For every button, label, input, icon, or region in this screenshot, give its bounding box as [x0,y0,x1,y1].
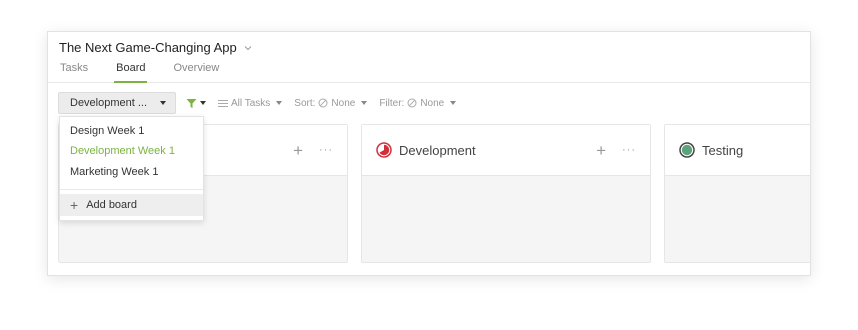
column-actions: + ··· [293,142,333,159]
board-toolbar: Development ... All Tasks Sort: None Fil… [58,92,457,114]
project-title[interactable]: The Next Game-Changing App [59,40,253,55]
sort-label: Sort: [294,97,316,109]
dropdown-item-design[interactable]: Design Week 1 [70,125,144,137]
tab-tasks[interactable]: Tasks [60,62,88,83]
column-header: Testing [665,125,810,176]
add-board-label: Add board [86,199,137,211]
dropdown-item-development[interactable]: Development Week 1 [70,145,175,157]
tab-overview[interactable]: Overview [173,62,219,83]
add-task-icon[interactable]: + [596,142,606,159]
list-icon [218,99,228,107]
progress-pie-green-icon [679,142,695,158]
caret-down-icon [276,101,283,105]
none-icon [407,98,417,108]
progress-pie-red-icon [376,142,392,158]
sort-select[interactable]: Sort: None [294,97,368,109]
board-select-value: Development ... [70,97,148,109]
board-select[interactable]: Development ... [58,92,176,114]
board-dropdown-menu: Design Week 1 Development Week 1 Marketi… [59,116,204,221]
filter-button[interactable] [186,98,206,109]
dropdown-item-marketing[interactable]: Marketing Week 1 [70,166,158,178]
caret-down-icon [200,101,206,105]
plus-icon: + [70,197,79,213]
none-icon [318,98,328,108]
project-title-text: The Next Game-Changing App [59,40,237,55]
board-column-testing: Testing [664,124,810,263]
caret-down-icon [361,101,368,105]
column-actions: + ··· [596,142,636,159]
funnel-icon [186,98,197,108]
caret-down-icon [160,101,166,105]
column-header: Development + ··· [362,125,650,176]
app-window: The Next Game-Changing App Tasks Board O… [47,31,811,276]
sort-value: None [331,97,356,109]
more-icon[interactable]: ··· [622,144,636,156]
board-column-development: Development + ··· [361,124,651,263]
tab-board[interactable]: Board [114,62,148,83]
add-task-icon[interactable]: + [293,142,303,159]
tab-bar: Tasks Board Overview [60,62,219,83]
app-header: The Next Game-Changing App Tasks Board O… [48,32,810,83]
filter-label: Filter: [379,97,405,109]
column-title: Testing [702,142,744,158]
filter-value: None [420,97,445,109]
add-board-button[interactable]: + Add board [60,194,203,216]
column-title: Development [399,142,476,158]
more-icon[interactable]: ··· [319,144,333,156]
divider [60,189,203,190]
filter-select[interactable]: Filter: None [379,97,457,109]
chevron-down-icon[interactable] [243,43,253,53]
all-tasks-select[interactable]: All Tasks [218,97,283,109]
all-tasks-label: All Tasks [231,97,271,109]
caret-down-icon [450,101,457,105]
